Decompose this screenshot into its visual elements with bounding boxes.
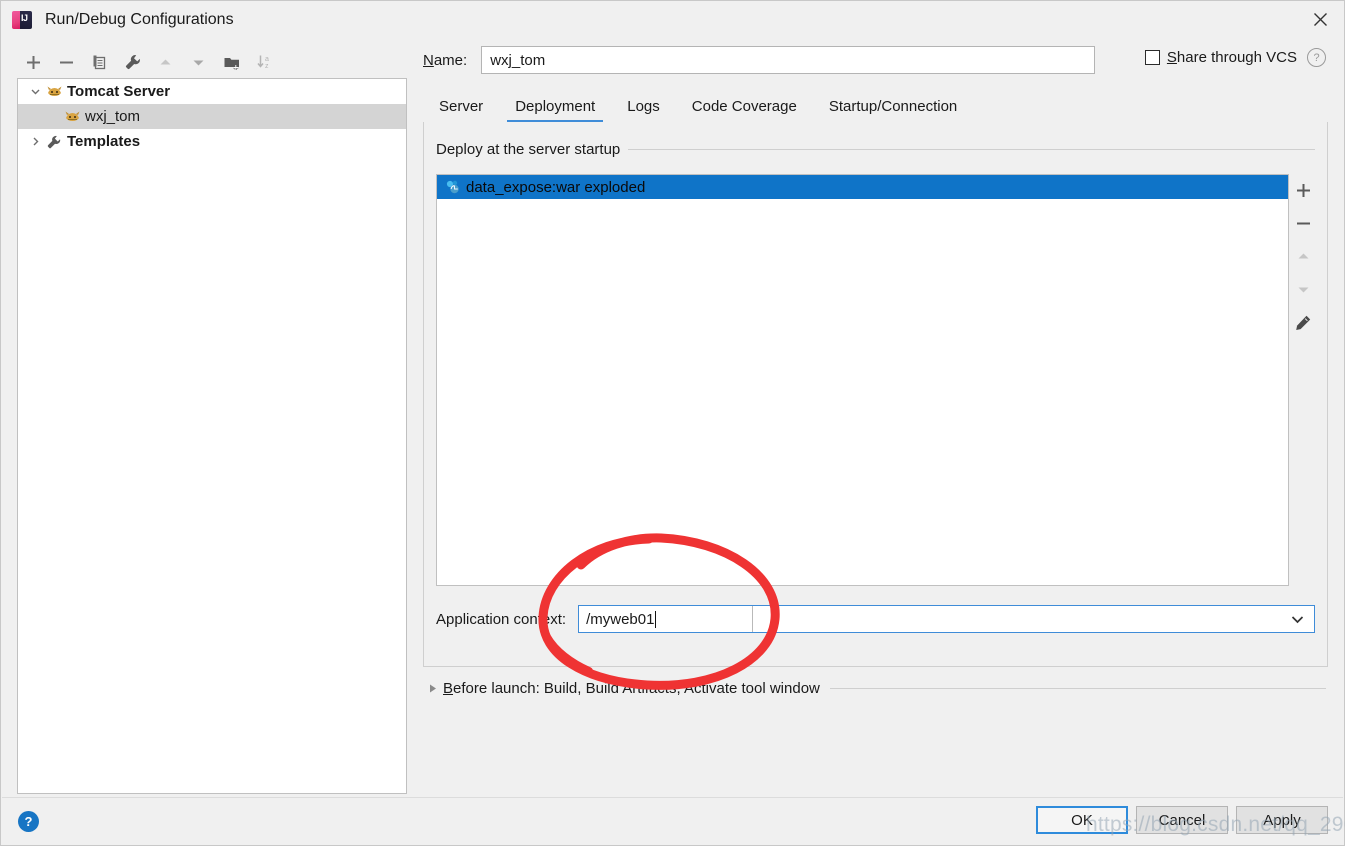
configuration-tabs: Server Deployment Logs Code Coverage Sta… <box>423 89 1326 123</box>
tomcat-icon <box>62 109 82 124</box>
tree-item-templates[interactable]: Templates <box>18 129 406 154</box>
tree-item-tomcat-server[interactable]: Tomcat Server <box>18 79 406 104</box>
text-caret <box>655 610 657 628</box>
deployment-list[interactable]: data_expose:war exploded <box>436 174 1289 586</box>
application-context-row: Application context: /myweb01 <box>436 605 1315 633</box>
wrench-icon <box>44 134 64 150</box>
new-folder-button[interactable] <box>215 48 248 76</box>
name-label: Name: <box>423 51 468 69</box>
deployment-list-item[interactable]: data_expose:war exploded <box>437 175 1288 199</box>
tree-item-label: wxj_tom <box>85 108 141 125</box>
before-launch-label[interactable]: Before launch: Build, Build Artifacts, A… <box>443 680 830 697</box>
svg-text:z: z <box>265 63 269 70</box>
chevron-down-icon[interactable] <box>1291 615 1304 624</box>
share-through-vcs-label[interactable]: Share through VCS <box>1167 49 1297 66</box>
application-context-label: Application context: <box>436 610 567 628</box>
configurations-tree: Tomcat Server wxj_tom Templates <box>17 78 407 794</box>
ok-button[interactable]: OK <box>1036 806 1128 834</box>
share-through-vcs-row: Share through VCS ? <box>1144 48 1326 67</box>
share-through-vcs-checkbox[interactable] <box>1144 50 1160 65</box>
tab-server[interactable]: Server <box>423 98 499 122</box>
window-title: Run/Debug Configurations <box>45 10 234 28</box>
tab-logs[interactable]: Logs <box>611 98 676 122</box>
tab-startup-connection[interactable]: Startup/Connection <box>813 98 973 122</box>
run-debug-configurations-dialog: IJ Run/Debug Configurations a z Tomcat S… <box>0 0 1345 846</box>
help-icon[interactable]: ? <box>1307 48 1326 67</box>
edit-templates-button[interactable] <box>116 48 149 76</box>
before-launch-divider <box>829 688 1326 689</box>
chevron-down-icon[interactable] <box>26 86 44 97</box>
artifact-move-up-button[interactable] <box>1289 240 1317 273</box>
cancel-button[interactable]: Cancel <box>1136 806 1228 834</box>
before-launch-row: Before launch: Build, Build Artifacts, A… <box>423 680 1326 697</box>
application-context-value: /myweb01 <box>586 610 655 628</box>
chevron-right-icon[interactable] <box>26 136 44 147</box>
tab-code-coverage[interactable]: Code Coverage <box>676 98 813 122</box>
deployment-tab-panel: Deploy at the server startup data_expose… <box>423 122 1328 667</box>
deploy-group-title: Deploy at the server startup <box>436 141 621 158</box>
name-input[interactable]: wxj_tom <box>481 46 1096 74</box>
close-icon[interactable] <box>1296 1 1344 38</box>
tomcat-icon <box>44 84 64 99</box>
help-button[interactable]: ? <box>18 811 39 832</box>
application-context-input[interactable]: /myweb01 <box>579 606 754 632</box>
triangle-right-icon[interactable] <box>423 683 443 694</box>
configurations-toolbar: a z <box>17 47 409 77</box>
move-up-button[interactable] <box>149 48 182 76</box>
sort-configurations-button[interactable]: a z <box>248 48 281 76</box>
svg-text:a: a <box>265 56 269 63</box>
dialog-buttons: OK Cancel Apply <box>1036 806 1328 834</box>
deploy-group-header: Deploy at the server startup <box>436 141 1315 158</box>
edit-artifact-button[interactable] <box>1289 306 1317 339</box>
remove-artifact-button[interactable] <box>1289 207 1317 240</box>
artifact-move-down-button[interactable] <box>1289 273 1317 306</box>
name-input-value: wxj_tom <box>490 51 546 69</box>
move-down-button[interactable] <box>182 48 215 76</box>
remove-configuration-button[interactable] <box>50 48 83 76</box>
group-divider <box>628 149 1315 150</box>
footer-divider <box>2 797 1343 798</box>
apply-button[interactable]: Apply <box>1236 806 1328 834</box>
tab-deployment[interactable]: Deployment <box>499 98 611 123</box>
copy-configuration-button[interactable] <box>83 48 116 76</box>
add-artifact-button[interactable] <box>1289 174 1317 207</box>
tree-item-wxj-tom[interactable]: wxj_tom <box>18 104 406 129</box>
deployment-item-label: data_expose:war exploded <box>466 178 646 196</box>
add-configuration-button[interactable] <box>17 48 50 76</box>
tree-item-label: Tomcat Server <box>67 83 171 100</box>
deployment-list-toolbar <box>1289 174 1317 339</box>
intellij-idea-icon: IJ <box>11 9 33 31</box>
tree-item-label: Templates <box>67 133 141 150</box>
application-context-field[interactable]: /myweb01 <box>578 605 1315 633</box>
artifact-icon <box>445 179 466 195</box>
title-bar: IJ Run/Debug Configurations <box>1 1 1344 38</box>
name-row: Name: wxj_tom <box>423 46 1096 74</box>
